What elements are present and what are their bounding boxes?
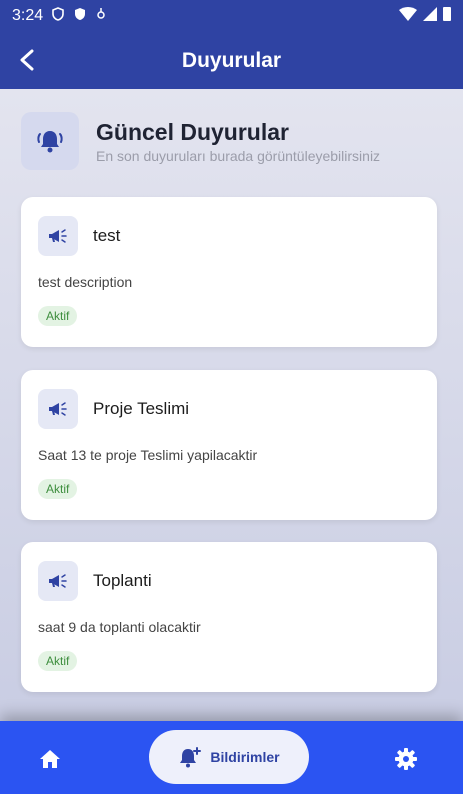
card-icon-box [38, 389, 78, 429]
status-badge: Aktif [38, 479, 78, 499]
signal-small-icon [95, 7, 107, 26]
status-bar: 3:24 [0, 0, 463, 32]
card-description: test description [38, 274, 133, 290]
card-description: Saat 13 te proje Teslimi yapilacaktir [38, 447, 258, 463]
card-description: saat 9 da toplanti olacaktir [38, 619, 201, 635]
announcement-card[interactable]: Proje Teslimi Saat 13 te proje Teslimi y… [21, 370, 437, 520]
shield-icon [51, 6, 65, 26]
page-title: Duyurular [181, 48, 282, 72]
app-bar: Duyurular [0, 32, 463, 89]
announcement-card[interactable]: Toplanti saat 9 da toplanti olacaktir Ak… [21, 542, 437, 692]
card-icon-box [38, 216, 78, 256]
section-subtitle: En son duyuruları burada görüntüleyebili… [96, 148, 381, 164]
status-time: 3:24 [12, 7, 44, 24]
nav-notifications-label: Bildirimler [210, 749, 280, 765]
section-title: Güncel Duyurular [96, 119, 289, 145]
nav-settings-button[interactable] [386, 739, 426, 779]
bell-add-icon [180, 747, 202, 768]
megaphone-icon [49, 402, 67, 416]
announcements-content[interactable]: Güncel Duyurular En son duyuruları burad… [0, 89, 463, 721]
home-icon [40, 750, 60, 768]
status-badge: Aktif [38, 306, 78, 326]
wifi-icon [399, 6, 417, 26]
nav-notifications-button[interactable]: Bildirimler [149, 730, 309, 784]
card-icon-box [38, 561, 78, 601]
nav-home-button[interactable] [30, 741, 70, 777]
cell-signal-icon [423, 6, 437, 26]
bottom-navigation: Bildirimler [0, 721, 463, 794]
card-title: Proje Teslimi [93, 399, 190, 418]
megaphone-icon [49, 229, 67, 243]
gear-icon [395, 748, 417, 770]
card-title: Toplanti [93, 571, 152, 590]
section-header: Güncel Duyurular En son duyuruları burad… [21, 112, 380, 170]
back-button[interactable] [10, 42, 46, 78]
shield-filled-icon [73, 7, 87, 26]
arrow-back-icon [20, 49, 34, 71]
battery-icon [443, 6, 451, 26]
header-icon-box [21, 112, 79, 170]
announcement-card[interactable]: test test description Aktif [21, 197, 437, 347]
status-badge: Aktif [38, 651, 78, 671]
bell-ringing-icon [37, 131, 63, 153]
card-title: test [93, 226, 121, 245]
megaphone-icon [49, 574, 67, 588]
